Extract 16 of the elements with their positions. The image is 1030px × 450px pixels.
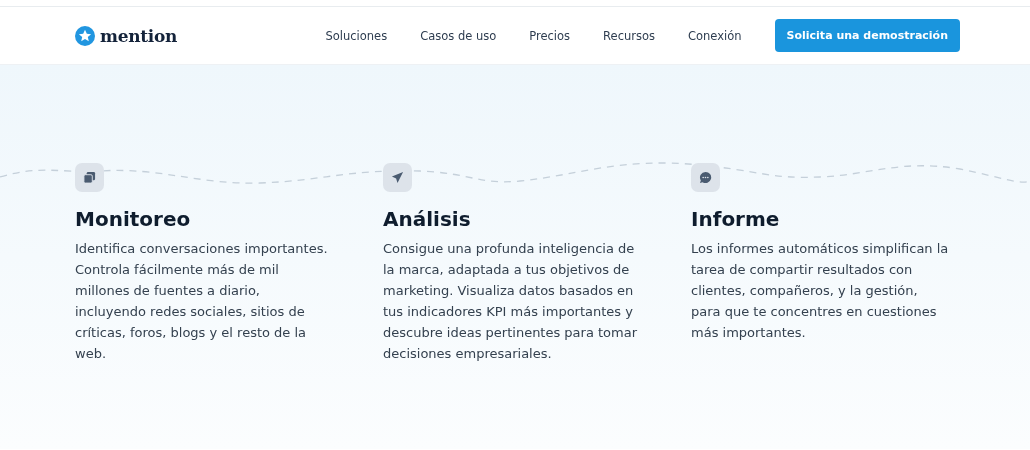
feature-description: Consigue una profunda inteligencia de la marca, adaptada a tus objetivos de marketing. Visualiza datos basados en tus indicadores KPI más importantes y descubre ideas pertinentes para tomar decisiones empresariales. (383, 240, 639, 363)
star-logo-icon (75, 25, 95, 46)
feature-title: Monitoreo (75, 206, 192, 232)
nav-link[interactable]: Precios (529, 28, 571, 43)
chat-bubble-icon (691, 163, 720, 192)
copy-icon (75, 163, 104, 192)
paper-plane-icon (383, 163, 412, 192)
nav-link[interactable]: Casos de uso (420, 28, 497, 43)
nav-link[interactable]: Recursos (603, 28, 655, 43)
nav-link[interactable]: Soluciones (325, 28, 388, 43)
logo-wordmark[interactable]: mention (100, 25, 178, 46)
feature-description: Identifica conversaciones importantes. Controla fácilmente más de mil millones de fuentes a diario, incluyendo redes sociales, sitios de críticas, foros, blogs y el resto de la web. (75, 240, 329, 363)
feature-description: Los informes automáticos simplifican la tarea de compartir resultados con clientes, compañeros, y la gestión, para que te concentres en cuestiones más importantes. (691, 240, 950, 342)
feature-title: Análisis (383, 206, 472, 232)
nav-link[interactable]: Conexión (688, 28, 742, 43)
feature-title: Informe (691, 206, 781, 232)
